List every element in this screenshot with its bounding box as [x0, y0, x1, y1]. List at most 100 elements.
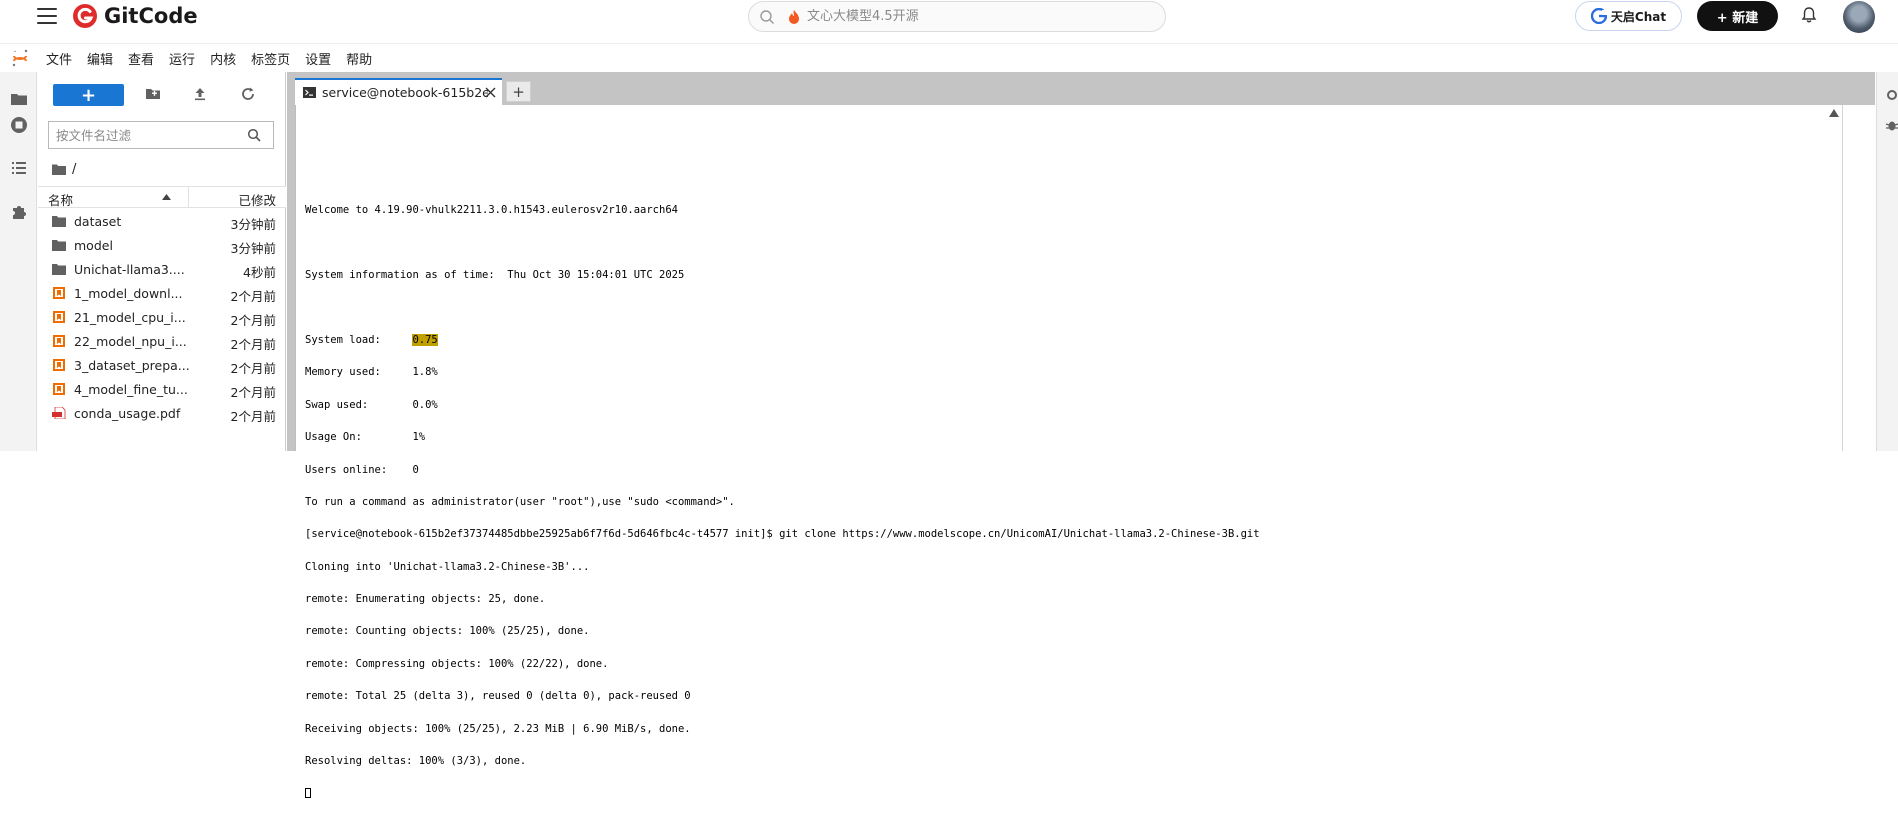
folder-icon: [52, 216, 66, 227]
new-button-label: + 新建: [1716, 10, 1759, 26]
new-launcher-label: +: [80, 84, 97, 106]
file-row-model[interactable]: model 3分钟前: [38, 233, 286, 257]
terminal-line: Users online: 0: [305, 463, 419, 476]
menu-view[interactable]: 查看: [128, 49, 154, 68]
menu-tabs[interactable]: 标签页: [251, 49, 290, 68]
table-of-contents-icon[interactable]: [10, 159, 28, 177]
menu-run[interactable]: 运行: [169, 49, 195, 68]
menu-help[interactable]: 帮助: [346, 49, 372, 68]
user-avatar[interactable]: [1843, 1, 1875, 33]
terminal-line: [service@notebook-615b2ef37374485dbbe259…: [305, 528, 1260, 541]
file-row-dataset[interactable]: dataset 3分钟前: [38, 209, 286, 233]
running-sessions-icon[interactable]: [10, 116, 28, 134]
new-folder-icon[interactable]: [145, 86, 161, 102]
menu-file[interactable]: 文件: [46, 49, 72, 68]
terminal-cursor: [305, 788, 311, 799]
terminal-line: remote: Counting objects: 100% (25/25), …: [305, 625, 590, 638]
breadcrumb-root[interactable]: /: [72, 162, 76, 177]
tab-label: service@notebook-615b2ef37374485dbbe2592…: [322, 85, 488, 100]
terminal-line: Resolving deltas: 100% (3/3), done.: [305, 755, 527, 768]
upload-icon[interactable]: [192, 86, 208, 102]
notebook-icon: [53, 359, 65, 371]
file-name: 22_model_npu_i...: [74, 334, 187, 349]
file-name: 1_model_downl...: [74, 286, 183, 301]
gitcode-search-box[interactable]: [748, 1, 1166, 32]
terminal-line: remote: Enumerating objects: 25, done.: [305, 593, 546, 606]
file-row-pdf[interactable]: conda_usage.pdf 2个月前: [38, 401, 286, 425]
file-list-header: 名称 已修改: [38, 186, 286, 208]
gitcode-search-input[interactable]: [807, 9, 1107, 24]
tianqi-chat-button[interactable]: 天启Chat: [1575, 1, 1682, 31]
file-row-unichat[interactable]: Unichat-llama3.... 4秒前: [38, 257, 286, 281]
file-row-notebook-4[interactable]: 4_model_fine_tu... 2个月前: [38, 377, 286, 401]
menu-edit[interactable]: 编辑: [87, 49, 113, 68]
terminal-line: To run a command as administrator(user "…: [305, 495, 735, 508]
flame-icon: [789, 9, 799, 24]
terminal-output[interactable]: Welcome to 4.19.90-vhulk2211.3.0.h1543.e…: [305, 119, 1845, 821]
tab-terminal[interactable]: service@notebook-615b2ef37374485dbbe2592…: [295, 78, 502, 105]
debugger-bug-icon[interactable]: [1885, 118, 1898, 132]
search-icon: [760, 9, 774, 24]
jupyter-logo-icon: [12, 49, 28, 67]
gitcode-logo[interactable]: GitCode: [72, 2, 198, 30]
folder-icon: [52, 264, 66, 275]
gitcode-topbar: GitCode 天启Chat + 新建: [0, 0, 1898, 44]
file-filter-input[interactable]: [56, 127, 236, 143]
gitcode-logo-text: GitCode: [104, 4, 198, 28]
new-launcher-button[interactable]: +: [53, 84, 124, 106]
bell-icon[interactable]: [1800, 6, 1818, 24]
folder-icon[interactable]: [10, 90, 28, 108]
terminal-icon: [303, 87, 316, 98]
terminal-panel[interactable]: Welcome to 4.19.90-vhulk2211.3.0.h1543.e…: [295, 105, 1875, 799]
file-modified: 2个月前: [230, 337, 276, 352]
column-modified-header[interactable]: 已修改: [238, 190, 276, 209]
menu-kernel[interactable]: 内核: [210, 49, 236, 68]
file-row-notebook-22[interactable]: 22_model_npu_i... 2个月前: [38, 329, 286, 353]
add-tab-label: +: [512, 82, 525, 101]
left-activity-bar: [0, 72, 37, 451]
property-inspector-icon[interactable]: [1885, 88, 1898, 102]
scroll-up-arrow-icon[interactable]: [1829, 109, 1839, 117]
gitcode-logo-icon: [73, 4, 97, 28]
breadcrumb: /: [52, 160, 76, 178]
file-browser: + / 名称 已修改 da: [38, 72, 286, 451]
file-modified: 3分钟前: [230, 241, 276, 256]
menu-settings[interactable]: 设置: [305, 49, 331, 68]
file-row-notebook-21[interactable]: 21_model_cpu_i... 2个月前: [38, 305, 286, 329]
magnifier-icon: [247, 128, 261, 142]
file-name: Unichat-llama3....: [74, 262, 185, 277]
file-modified: 4秒前: [243, 265, 276, 280]
notebook-icon: [53, 335, 65, 347]
column-name-header[interactable]: 名称: [48, 190, 73, 209]
menu-items: 文件 编辑 查看 运行 内核 标签页 设置 帮助: [46, 45, 387, 71]
main-dock-area: service@notebook-615b2ef37374485dbbe2592…: [287, 72, 1875, 799]
hamburger-menu-icon[interactable]: [37, 6, 57, 26]
breadcrumb-folder-icon[interactable]: [52, 164, 66, 175]
terminal-scrollbar[interactable]: [1842, 105, 1843, 451]
file-row-notebook-1[interactable]: 1_model_downl... 2个月前: [38, 281, 286, 305]
terminal-line: remote: Total 25 (delta 3), reused 0 (de…: [305, 690, 691, 703]
sort-ascending-icon[interactable]: [162, 194, 171, 200]
refresh-icon[interactable]: [240, 86, 256, 102]
file-modified: 3分钟前: [230, 217, 276, 232]
new-button[interactable]: + 新建: [1697, 1, 1778, 31]
file-name: conda_usage.pdf: [74, 406, 181, 421]
load-value-highlight: 0.75: [412, 333, 438, 346]
file-row-notebook-3[interactable]: 3_dataset_prepa... 2个月前: [38, 353, 286, 377]
folder-icon: [52, 240, 66, 251]
close-icon[interactable]: [485, 87, 496, 98]
file-modified: 2个月前: [230, 289, 276, 304]
file-name: 21_model_cpu_i...: [74, 310, 186, 325]
column-divider[interactable]: [188, 187, 189, 208]
g-logo-icon: [1590, 8, 1607, 24]
terminal-line: Welcome to 4.19.90-vhulk2211.3.0.h1543.e…: [305, 204, 678, 217]
file-list: dataset 3分钟前 model 3分钟前 Unichat-llama3..…: [38, 209, 286, 425]
add-tab-button[interactable]: +: [506, 81, 531, 102]
file-browser-toolbar: +: [38, 72, 286, 116]
file-name: 3_dataset_prepa...: [74, 358, 190, 373]
tianqi-chat-label: 天启Chat: [1610, 9, 1667, 24]
file-filter-box[interactable]: [48, 121, 274, 149]
extensions-puzzle-icon[interactable]: [10, 203, 28, 221]
